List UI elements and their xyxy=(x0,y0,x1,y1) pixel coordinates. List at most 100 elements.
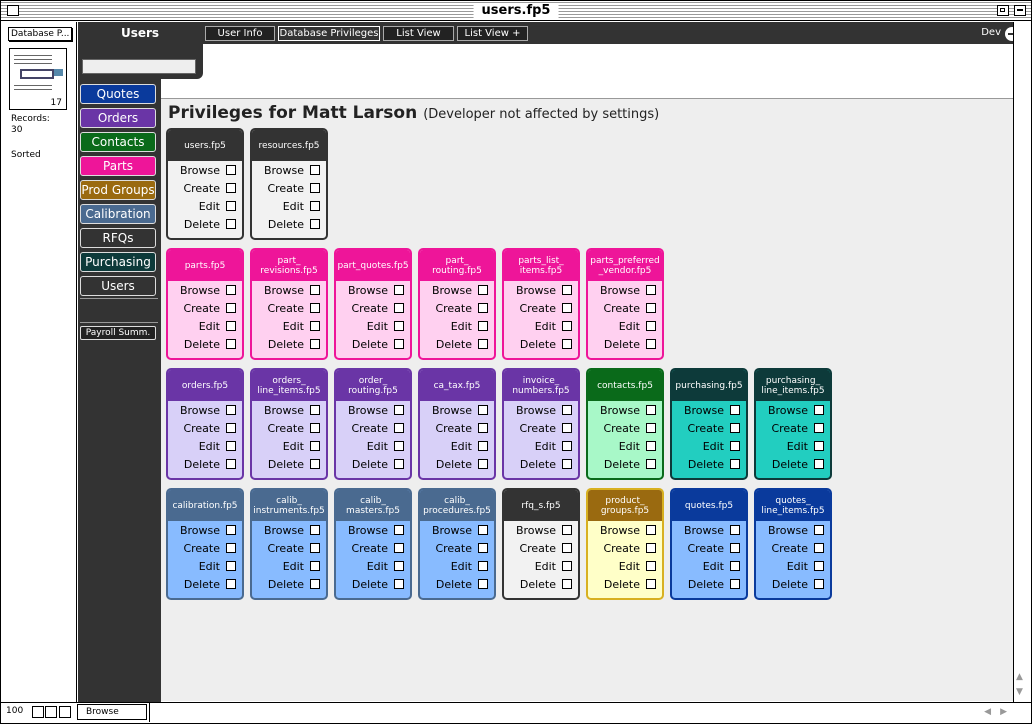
status-area-toggle-icon[interactable] xyxy=(59,706,71,718)
create-checkbox[interactable] xyxy=(478,423,488,433)
scroll-down-arrow-icon[interactable]: ▼ xyxy=(1016,687,1023,697)
create-checkbox[interactable] xyxy=(646,543,656,553)
delete-checkbox[interactable] xyxy=(646,339,656,349)
browse-checkbox[interactable] xyxy=(814,525,824,535)
edit-checkbox[interactable] xyxy=(478,441,488,451)
browse-checkbox[interactable] xyxy=(310,165,320,175)
delete-checkbox[interactable] xyxy=(730,459,740,469)
create-checkbox[interactable] xyxy=(394,303,404,313)
payroll-summary-button[interactable]: Payroll Summ. xyxy=(80,326,156,340)
create-checkbox[interactable] xyxy=(730,423,740,433)
edit-checkbox[interactable] xyxy=(310,561,320,571)
edit-checkbox[interactable] xyxy=(478,561,488,571)
edit-checkbox[interactable] xyxy=(562,561,572,571)
edit-checkbox[interactable] xyxy=(226,441,236,451)
zoom-out-icon[interactable] xyxy=(32,706,44,718)
browse-checkbox[interactable] xyxy=(394,405,404,415)
browse-checkbox[interactable] xyxy=(226,165,236,175)
nav-button-contacts[interactable]: Contacts xyxy=(80,132,156,152)
scroll-up-arrow-icon[interactable]: ▲ xyxy=(1016,672,1023,682)
edit-checkbox[interactable] xyxy=(646,561,656,571)
delete-checkbox[interactable] xyxy=(226,339,236,349)
delete-checkbox[interactable] xyxy=(310,219,320,229)
create-checkbox[interactable] xyxy=(310,543,320,553)
close-box-icon[interactable] xyxy=(7,5,19,16)
browse-checkbox[interactable] xyxy=(730,525,740,535)
tab-user-info[interactable]: User Info xyxy=(205,26,275,41)
browse-checkbox[interactable] xyxy=(562,405,572,415)
edit-checkbox[interactable] xyxy=(310,321,320,331)
edit-checkbox[interactable] xyxy=(226,321,236,331)
vertical-scrollbar[interactable]: ▲ ▼ xyxy=(1013,22,1031,702)
database-popup[interactable]: Database P... xyxy=(8,27,72,41)
delete-checkbox[interactable] xyxy=(562,459,572,469)
edit-checkbox[interactable] xyxy=(226,561,236,571)
edit-checkbox[interactable] xyxy=(394,321,404,331)
edit-checkbox[interactable] xyxy=(226,201,236,211)
search-input[interactable] xyxy=(82,59,196,74)
browse-checkbox[interactable] xyxy=(730,405,740,415)
edit-checkbox[interactable] xyxy=(730,561,740,571)
edit-checkbox[interactable] xyxy=(562,321,572,331)
create-checkbox[interactable] xyxy=(562,423,572,433)
delete-checkbox[interactable] xyxy=(562,579,572,589)
browse-checkbox[interactable] xyxy=(646,405,656,415)
create-checkbox[interactable] xyxy=(562,303,572,313)
horizontal-scrollbar[interactable]: ◀ ▶ xyxy=(149,703,1013,722)
create-checkbox[interactable] xyxy=(226,543,236,553)
browse-checkbox[interactable] xyxy=(226,405,236,415)
delete-checkbox[interactable] xyxy=(310,459,320,469)
create-checkbox[interactable] xyxy=(814,423,824,433)
delete-checkbox[interactable] xyxy=(814,579,824,589)
edit-checkbox[interactable] xyxy=(478,321,488,331)
nav-button-prod-groups[interactable]: Prod Groups xyxy=(80,180,156,200)
collapse-box-icon[interactable] xyxy=(1014,5,1026,16)
create-checkbox[interactable] xyxy=(394,423,404,433)
browse-checkbox[interactable] xyxy=(478,285,488,295)
mode-selector[interactable]: Browse xyxy=(77,704,147,720)
current-record-number[interactable]: 17 xyxy=(10,98,62,108)
delete-checkbox[interactable] xyxy=(814,459,824,469)
nav-button-purchasing[interactable]: Purchasing xyxy=(80,252,156,272)
nav-button-quotes[interactable]: Quotes xyxy=(80,84,156,104)
scroll-left-arrow-icon[interactable]: ◀ xyxy=(984,707,991,717)
edit-checkbox[interactable] xyxy=(814,441,824,451)
delete-checkbox[interactable] xyxy=(478,579,488,589)
create-checkbox[interactable] xyxy=(646,423,656,433)
edit-checkbox[interactable] xyxy=(646,441,656,451)
browse-checkbox[interactable] xyxy=(562,285,572,295)
edit-checkbox[interactable] xyxy=(394,561,404,571)
zoom-box-icon[interactable] xyxy=(997,5,1009,16)
scroll-right-arrow-icon[interactable]: ▶ xyxy=(1000,707,1007,717)
delete-checkbox[interactable] xyxy=(730,579,740,589)
nav-button-orders[interactable]: Orders xyxy=(80,108,156,128)
create-checkbox[interactable] xyxy=(478,543,488,553)
record-book-icon[interactable]: 17 xyxy=(9,48,67,110)
browse-checkbox[interactable] xyxy=(226,525,236,535)
browse-checkbox[interactable] xyxy=(478,525,488,535)
title-bar[interactable]: users.fp5 xyxy=(1,1,1031,21)
edit-checkbox[interactable] xyxy=(814,561,824,571)
delete-checkbox[interactable] xyxy=(394,339,404,349)
delete-checkbox[interactable] xyxy=(646,579,656,589)
create-checkbox[interactable] xyxy=(226,183,236,193)
zoom-in-icon[interactable] xyxy=(45,706,57,718)
delete-checkbox[interactable] xyxy=(226,579,236,589)
edit-checkbox[interactable] xyxy=(310,441,320,451)
delete-checkbox[interactable] xyxy=(646,459,656,469)
delete-checkbox[interactable] xyxy=(394,579,404,589)
browse-checkbox[interactable] xyxy=(310,285,320,295)
create-checkbox[interactable] xyxy=(646,303,656,313)
create-checkbox[interactable] xyxy=(310,423,320,433)
browse-checkbox[interactable] xyxy=(562,525,572,535)
browse-checkbox[interactable] xyxy=(310,405,320,415)
edit-checkbox[interactable] xyxy=(730,441,740,451)
edit-checkbox[interactable] xyxy=(562,441,572,451)
browse-checkbox[interactable] xyxy=(814,405,824,415)
delete-checkbox[interactable] xyxy=(478,459,488,469)
delete-checkbox[interactable] xyxy=(310,579,320,589)
nav-button-calibration[interactable]: Calibration xyxy=(80,204,156,224)
tab-list-view[interactable]: List View xyxy=(383,26,454,41)
edit-checkbox[interactable] xyxy=(310,201,320,211)
delete-checkbox[interactable] xyxy=(478,339,488,349)
